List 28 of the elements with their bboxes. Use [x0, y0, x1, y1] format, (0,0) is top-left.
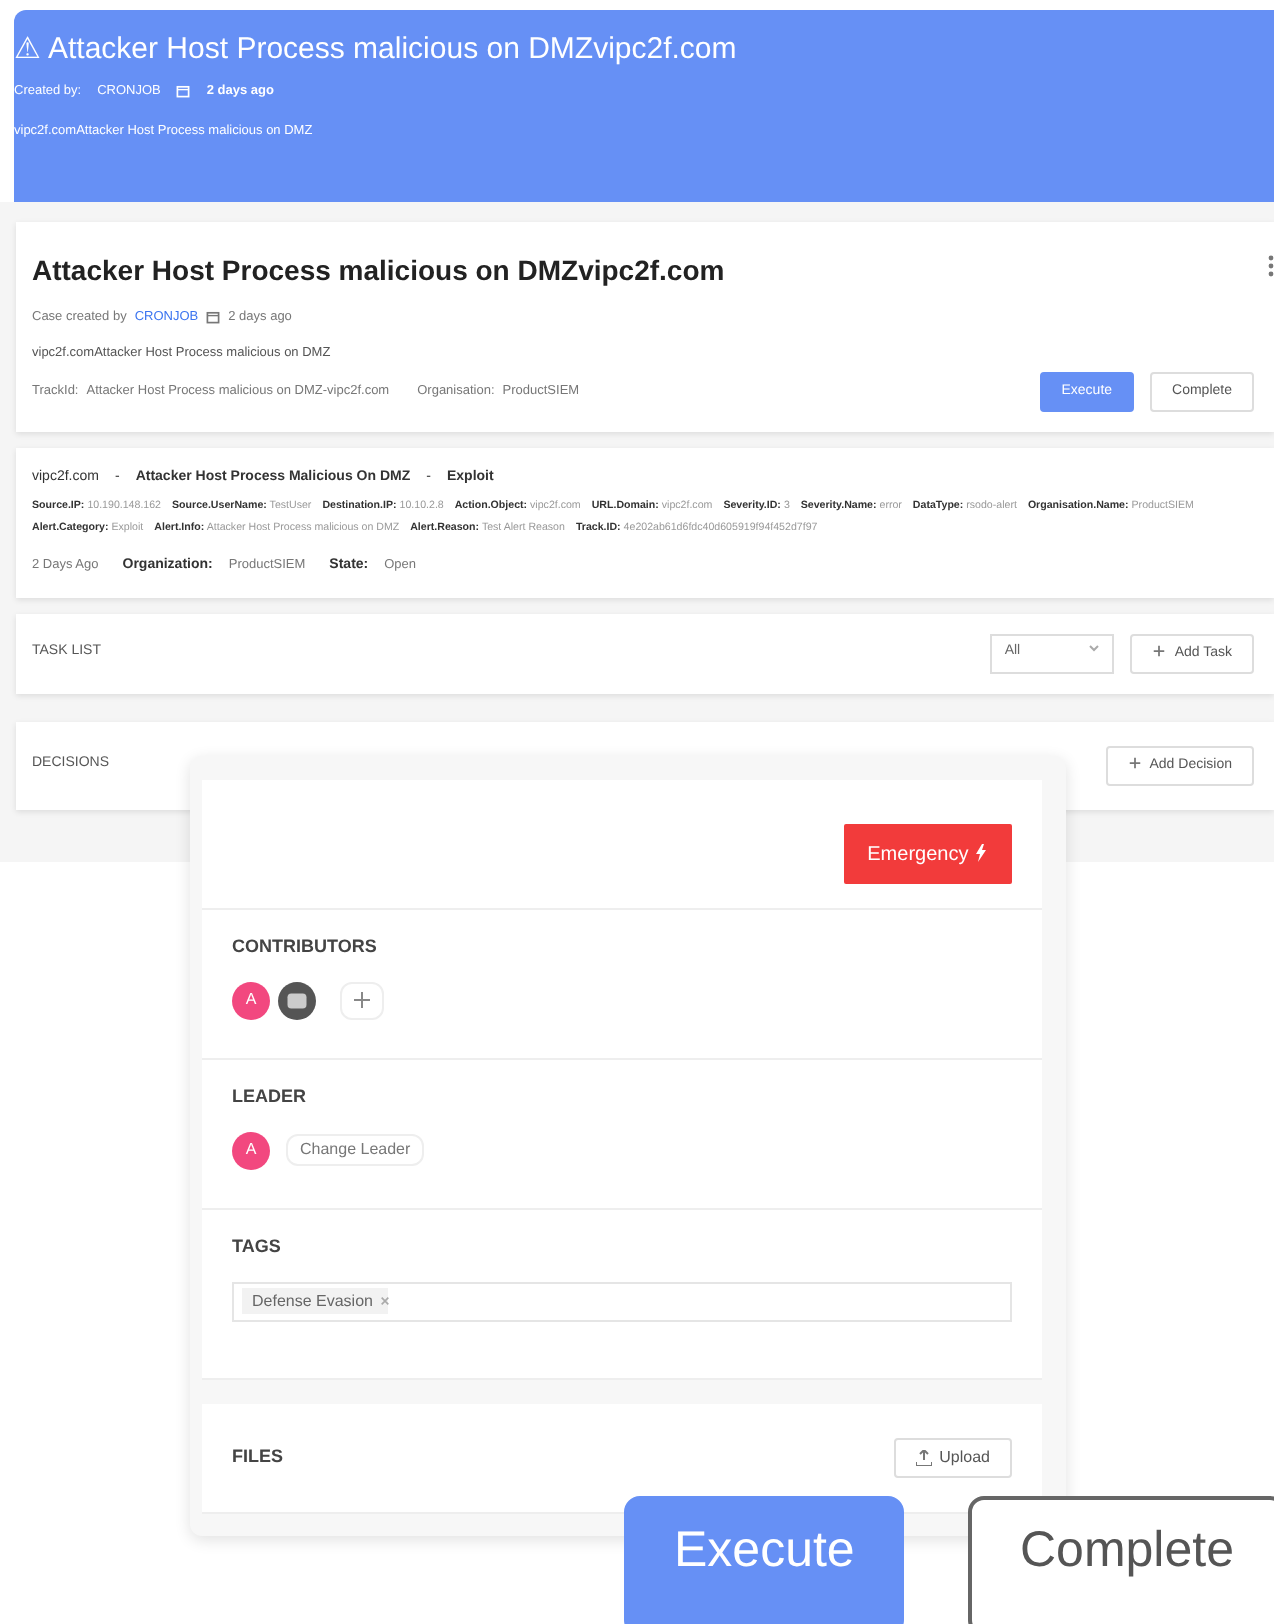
avatar: A [232, 981, 270, 1019]
section-title: CONTRIBUTORS [232, 934, 379, 960]
calendar-icon [206, 310, 221, 325]
priority-button[interactable]: Emergency [843, 824, 1012, 884]
avatar: A [232, 1131, 270, 1169]
lightning-icon [974, 844, 988, 863]
execute-button[interactable]: Execute [624, 1496, 905, 1624]
change-leader-button[interactable]: Change Leader [286, 1134, 425, 1166]
tags-field[interactable]: Defense Evasion [232, 1281, 1012, 1321]
case-title: Attacker Host Process malicious on DMZvipc2f.com [32, 252, 727, 290]
upload-button[interactable]: Upload [893, 1438, 1012, 1478]
warning-icon: ⚠ [14, 30, 40, 70]
calendar-icon [176, 84, 191, 99]
section-title: LEADER [232, 1084, 309, 1110]
tag: Defense Evasion [242, 1287, 389, 1313]
complete-button[interactable]: Complete [968, 1496, 1274, 1624]
add-contributor-button[interactable] [340, 981, 384, 1019]
plus-icon [1127, 756, 1142, 771]
caret-icon [1088, 641, 1101, 653]
section-title: FILES [232, 1444, 284, 1471]
plus-icon [354, 991, 370, 1008]
upload-icon [915, 1449, 932, 1466]
page-title: Attacker Host Process malicious on DMZvipc2f.com [48, 30, 737, 70]
more-icon[interactable] [1268, 254, 1274, 278]
plus-icon [1152, 644, 1167, 659]
close-icon[interactable] [380, 1295, 391, 1306]
section-title: TAGS [232, 1234, 283, 1260]
avatar-icon [278, 981, 316, 1019]
